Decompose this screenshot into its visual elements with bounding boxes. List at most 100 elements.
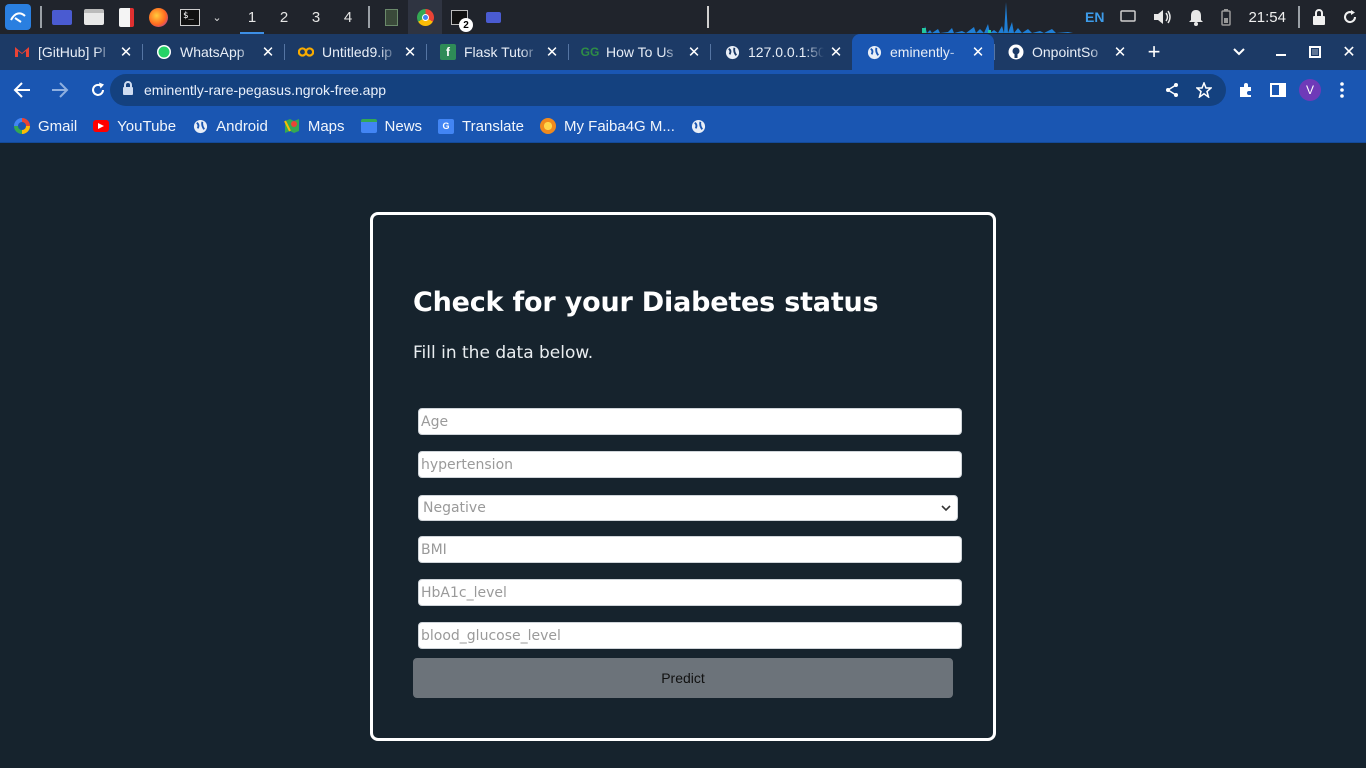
maximize-icon[interactable] [1298, 34, 1332, 70]
spreadsheet-icon [384, 8, 398, 26]
bookmark-youtube[interactable]: YouTube [93, 118, 176, 135]
faiba-icon [540, 118, 557, 134]
taskbar-window-spreadsheet[interactable] [374, 0, 408, 34]
workspace-4[interactable]: 4 [332, 0, 364, 34]
bookmark-label: Maps [307, 117, 345, 135]
taskbar-window-desktop[interactable] [476, 0, 510, 34]
url-text[interactable]: eminently-rare-pegasus.ngrok-free.app [144, 82, 1150, 98]
bmi-input[interactable] [418, 536, 962, 563]
side-panel-icon[interactable] [1262, 74, 1294, 106]
share-icon[interactable] [1162, 80, 1182, 100]
taskbar: $_ ⌄ 1 2 3 4 2 EN 21:54 [0, 0, 1366, 34]
kali-menu-icon[interactable] [5, 4, 31, 30]
forward-arrow-icon[interactable] [44, 74, 76, 106]
kebab-menu-icon[interactable] [1326, 74, 1358, 106]
restart-icon[interactable] [1342, 9, 1358, 25]
close-window-icon[interactable]: ✕ [1332, 34, 1366, 70]
tab-eminently-active[interactable]: eminently- ✕ [852, 34, 994, 70]
lock-icon[interactable] [122, 80, 134, 100]
gmail-icon [14, 44, 30, 60]
chrome-icon [416, 8, 434, 26]
keyboard-language[interactable]: EN [1085, 9, 1104, 25]
lock-screen-icon[interactable] [1312, 9, 1326, 25]
browser-toolbar: eminently-rare-pegasus.ngrok-free.app V [0, 70, 1366, 110]
bookmark-label: Gmail [38, 117, 78, 135]
taskbar-window-terminal[interactable]: 2 [442, 0, 476, 34]
bookmark-label: Android [216, 117, 268, 135]
taskbar-window-chrome[interactable] [408, 0, 442, 34]
display-icon[interactable] [1120, 10, 1137, 24]
whatsapp-icon [156, 44, 172, 60]
hba1c-input[interactable] [418, 579, 962, 606]
firefox-icon[interactable] [147, 7, 169, 27]
bookmark-star-icon[interactable] [1194, 80, 1214, 100]
tab-localhost[interactable]: 127.0.0.1:50 ✕ [710, 34, 852, 70]
form-subtitle: Fill in the data below. [413, 343, 594, 363]
bookmark-android[interactable]: Android [192, 118, 268, 135]
tab-how-to-use[interactable]: GG How To Us ✕ [568, 34, 710, 70]
close-icon[interactable]: ✕ [260, 44, 276, 61]
tab-title: OnpointSo [1032, 44, 1099, 60]
desktop-icon [485, 11, 501, 23]
new-tab-button[interactable]: + [1136, 34, 1172, 70]
tab-whatsapp[interactable]: WhatsApp ✕ [142, 34, 284, 70]
bookmark-gmail[interactable]: Gmail [14, 118, 77, 135]
network-graph-icon [918, 2, 1073, 33]
minimize-icon[interactable] [1264, 34, 1298, 70]
volume-icon[interactable] [1152, 9, 1172, 25]
file-manager-icon[interactable] [83, 7, 105, 27]
bookmark-faiba[interactable]: My Faiba4G M... [540, 118, 675, 135]
bookmark-news[interactable]: News [360, 118, 422, 135]
tab-flask-tutorial[interactable]: f Flask Tutor ✕ [426, 34, 568, 70]
bookmarks-bar: Gmail YouTube Android Maps News G Transl… [0, 110, 1366, 143]
terminal-icon[interactable]: $_ [179, 7, 201, 27]
chevron-down-icon[interactable]: ⌄ [211, 7, 223, 27]
blood-glucose-input[interactable] [418, 622, 962, 649]
tab-title: Untitled9.ip [322, 44, 393, 60]
battery-icon[interactable] [1220, 8, 1232, 26]
google-icon [14, 118, 30, 134]
tab-onpoint-github[interactable]: OnpointSo ✕ [994, 34, 1136, 70]
close-icon[interactable]: ✕ [970, 44, 986, 61]
desktop-icon[interactable] [51, 7, 73, 27]
workspace-2[interactable]: 2 [268, 0, 300, 34]
back-arrow-icon[interactable] [6, 74, 38, 106]
bookmark-translate[interactable]: G Translate [438, 118, 524, 135]
notification-bell-icon[interactable] [1188, 9, 1204, 26]
bookmark-label: Translate [462, 117, 525, 135]
tab-title: WhatsApp [180, 44, 245, 60]
age-input[interactable] [418, 408, 962, 435]
bookmark-globe[interactable] [691, 118, 715, 134]
address-bar[interactable]: eminently-rare-pegasus.ngrok-free.app [110, 74, 1226, 106]
profile-avatar[interactable]: V [1294, 74, 1326, 106]
close-icon[interactable]: ✕ [402, 44, 418, 61]
hypertension-input[interactable] [418, 451, 962, 478]
tab-search-chevron-icon[interactable] [1222, 34, 1256, 70]
taskbar-separator [1298, 6, 1300, 28]
predict-button[interactable]: Predict [413, 658, 953, 698]
close-icon[interactable]: ✕ [1112, 44, 1128, 61]
prediction-form-card: Check for your Diabetes status Fill in t… [370, 212, 996, 741]
tab-title: How To Us [606, 44, 674, 60]
close-icon[interactable]: ✕ [118, 44, 134, 61]
workspace-1[interactable]: 1 [236, 0, 268, 34]
clock[interactable]: 21:54 [1248, 9, 1286, 26]
extensions-puzzle-icon[interactable] [1230, 74, 1262, 106]
bookmark-maps[interactable]: Maps [283, 117, 345, 135]
tab-title: [GitHub] Pl [38, 44, 106, 60]
close-icon[interactable]: ✕ [828, 44, 844, 61]
text-cursor [707, 6, 709, 28]
heart-disease-select[interactable]: Negative [418, 495, 958, 521]
taskbar-separator [368, 6, 370, 28]
page-title: Check for your Diabetes status [413, 287, 879, 318]
maps-icon [283, 118, 300, 134]
flask-icon: f [440, 44, 456, 60]
close-icon[interactable]: ✕ [686, 44, 702, 61]
chevron-down-icon [941, 500, 951, 516]
text-editor-icon[interactable] [115, 7, 137, 27]
close-icon[interactable]: ✕ [544, 44, 560, 61]
tab-title: Flask Tutor [464, 44, 534, 60]
tab-github-gmail[interactable]: [GitHub] Pl ✕ [0, 34, 142, 70]
tab-colab[interactable]: Untitled9.ip ✕ [284, 34, 426, 70]
workspace-3[interactable]: 3 [300, 0, 332, 34]
